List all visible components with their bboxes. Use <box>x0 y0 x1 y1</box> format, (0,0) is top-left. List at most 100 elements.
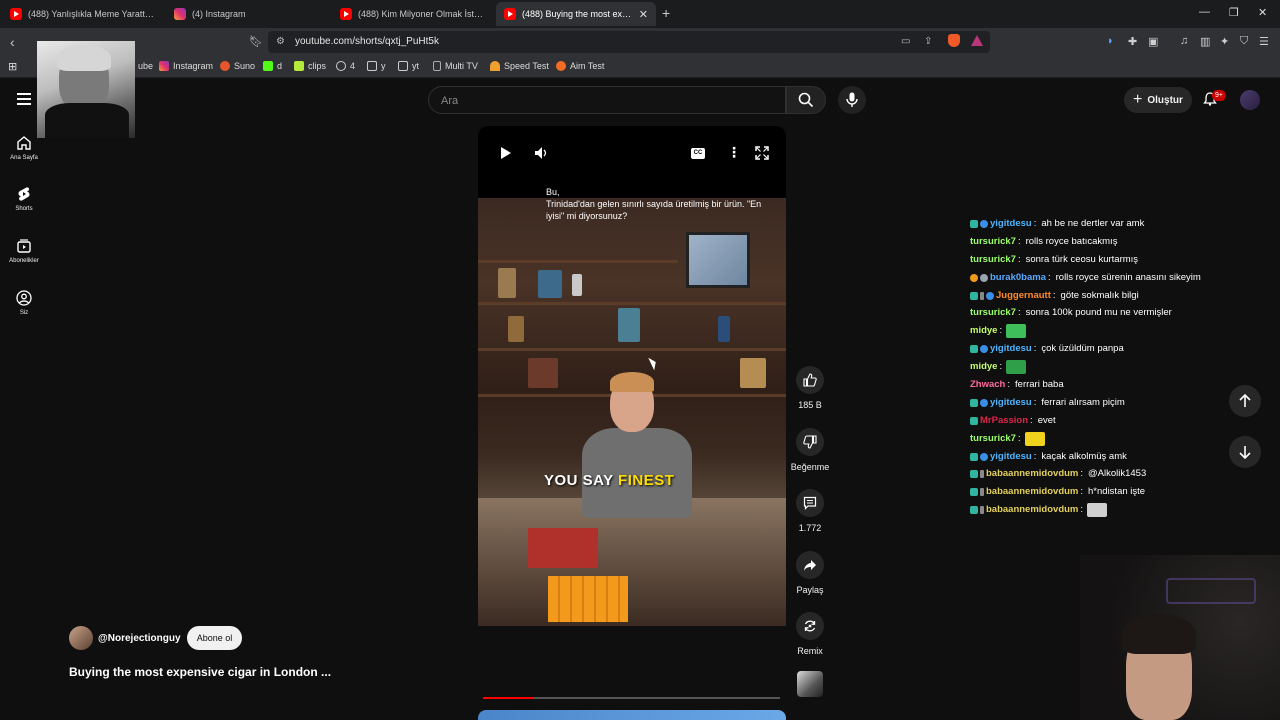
voice-search-button[interactable] <box>838 86 866 114</box>
browser-tab[interactable]: (4) Instagram <box>166 2 330 26</box>
address-bar-row: ‹ 🔖︎ ⚙︎ youtube.com/shorts/qxtj_PuHt5k ▭… <box>0 28 1280 56</box>
restore-icon[interactable]: ❐ <box>1229 6 1239 19</box>
guide-item-subscriptions[interactable]: Abonelikler <box>0 238 48 264</box>
bookmark-item[interactable]: Instagram <box>159 61 213 71</box>
remix-button[interactable]: Remix <box>789 612 831 656</box>
guide-item-you[interactable]: Siz <box>0 290 48 316</box>
chat-colon: : <box>1033 396 1037 408</box>
guide-item-home[interactable]: Ana Sayfa <box>0 135 48 161</box>
video-title[interactable]: Buying the most expensive cigar in Londo… <box>69 665 331 679</box>
dislike-button[interactable]: Beğenme <box>789 428 831 472</box>
share-icon[interactable]: ⇪ <box>924 36 932 47</box>
chat-colon: : <box>1033 450 1037 462</box>
cast-icon[interactable]: ▭ <box>901 36 910 47</box>
chat-username: MrPassion <box>980 414 1029 426</box>
minimize-icon[interactable]: — <box>1199 6 1210 18</box>
share-button[interactable]: Paylaş <box>789 551 831 595</box>
create-label: Oluştur <box>1147 94 1183 106</box>
bookmark-item[interactable]: clips <box>294 61 326 71</box>
chat-username: tursurick7 <box>970 235 1016 247</box>
fullscreen-icon[interactable] <box>755 146 769 160</box>
video-progress-bar[interactable] <box>483 697 780 699</box>
bookmark-item[interactable]: ube <box>138 61 153 71</box>
bookmark-item[interactable]: 4 <box>336 61 355 71</box>
chat-colon: : <box>999 361 1003 373</box>
brave-rewards-icon[interactable] <box>971 35 983 46</box>
tab-search-icon[interactable]: ▣ <box>1148 35 1158 48</box>
captions-button[interactable]: CC <box>691 148 705 159</box>
guide-menu-icon[interactable] <box>17 93 31 105</box>
chat-message: tursurick7: <box>970 430 1270 448</box>
channel-handle[interactable]: @Norejectionguy <box>98 633 181 644</box>
bookmark-item[interactable]: Multi TV <box>433 61 478 71</box>
sound-thumbnail[interactable] <box>797 671 823 697</box>
bookmark-item[interactable]: Aim Test <box>556 61 604 71</box>
chat-message: babaannemidovdum: h*ndistan işte <box>970 483 1270 501</box>
menu-icon[interactable]: ☰ <box>1259 35 1269 48</box>
channel-avatar[interactable] <box>69 626 93 650</box>
like-button[interactable]: 185 B <box>789 366 831 410</box>
browser-tab[interactable]: (488) Yanlışlıkla Meme Yarattım! - You <box>2 2 162 26</box>
avatar[interactable] <box>1240 90 1260 110</box>
search-icon <box>798 92 814 108</box>
bookmark-label: Instagram <box>173 61 214 71</box>
bookmark-item[interactable]: Speed Test <box>490 61 549 71</box>
bookmark-label: yt <box>412 61 420 71</box>
ai-icon[interactable]: ✦ <box>1220 35 1229 48</box>
bookmark-item[interactable]: Suno <box>220 61 255 71</box>
bookmark-label: Speed Test <box>504 61 549 71</box>
chat-colon: : <box>1080 468 1084 480</box>
sidebar-icon[interactable]: ▥ <box>1200 35 1210 48</box>
next-short-preview[interactable] <box>478 710 786 720</box>
brave-shields-icon[interactable] <box>948 34 960 47</box>
bookmark-icon[interactable]: 🔖︎ <box>249 35 263 48</box>
bookmark-item[interactable]: y <box>367 61 386 71</box>
url-field[interactable]: ⚙︎ youtube.com/shorts/qxtj_PuHt5k ▭ ⇪ <box>268 31 990 53</box>
chat-emote-icon <box>1024 431 1045 446</box>
chat-colon: : <box>1017 235 1021 247</box>
bookmarks-bar: ⊞ ube Instagram Suno d clips 4 y yt Mult… <box>0 56 1280 78</box>
speedtest-icon <box>490 61 500 71</box>
music-icon[interactable]: ♫ <box>1180 35 1188 47</box>
more-options-icon[interactable]: ⋮ <box>727 144 741 161</box>
chat-message: yigitdesu: kaçak alkolmüş amk <box>970 448 1270 466</box>
bookmark-item[interactable]: d <box>263 61 282 71</box>
share-label: Paylaş <box>796 585 824 595</box>
chat-badge-icon <box>970 506 978 515</box>
back-icon[interactable]: ‹ <box>10 34 15 50</box>
wall-tv <box>686 232 750 288</box>
play-icon[interactable] <box>500 146 512 160</box>
volume-icon[interactable] <box>534 146 548 160</box>
new-tab-icon[interactable]: + <box>662 5 670 21</box>
browser-tab-active[interactable]: (488) Buying the most expensive ✕ <box>496 2 656 26</box>
close-tab-icon[interactable]: ✕ <box>639 8 648 21</box>
next-short-button[interactable] <box>1229 436 1261 468</box>
close-window-icon[interactable]: ✕ <box>1258 6 1267 19</box>
youtube-icon <box>10 8 22 20</box>
bookmark-item[interactable]: yt <box>398 61 419 71</box>
create-button[interactable]: + Oluştur <box>1124 87 1192 113</box>
microphone-icon <box>846 92 858 107</box>
guide-item-shorts[interactable]: Shorts <box>0 186 48 212</box>
tab-title: (488) Buying the most expensive <box>522 9 633 19</box>
speech-icon[interactable]: ◗ <box>1107 35 1114 47</box>
extensions-icon[interactable]: ✚ <box>1128 35 1137 48</box>
chat-username: midye <box>970 325 998 337</box>
shorts-player[interactable]: YOU SAY FINEST Bu, Trinidad'dan gelen sı… <box>478 126 786 626</box>
clips-icon <box>294 61 304 71</box>
chat-colon: : <box>1033 343 1037 355</box>
search-button[interactable] <box>786 86 826 114</box>
chat-text: çok üzüldüm panpa <box>1041 343 1124 355</box>
home-icon <box>17 136 31 150</box>
remix-icon <box>804 620 816 632</box>
vpn-icon[interactable]: ⛉ <box>1240 35 1248 48</box>
search-input[interactable]: Ara <box>428 86 786 114</box>
subscribe-button[interactable]: Abone ol <box>187 626 242 650</box>
site-info-icon[interactable]: ⚙︎ <box>276 36 285 47</box>
previous-short-button[interactable] <box>1229 385 1261 417</box>
browser-tab[interactable]: (488) Kim Milyoner Olmak İster? 120 <box>332 2 492 26</box>
shorts-icon <box>18 187 30 201</box>
comments-button[interactable]: 1.772 <box>789 489 831 533</box>
chat-message: yigitdesu: çok üzüldüm panpa <box>970 340 1270 358</box>
apps-icon[interactable]: ⊞ <box>8 60 17 73</box>
